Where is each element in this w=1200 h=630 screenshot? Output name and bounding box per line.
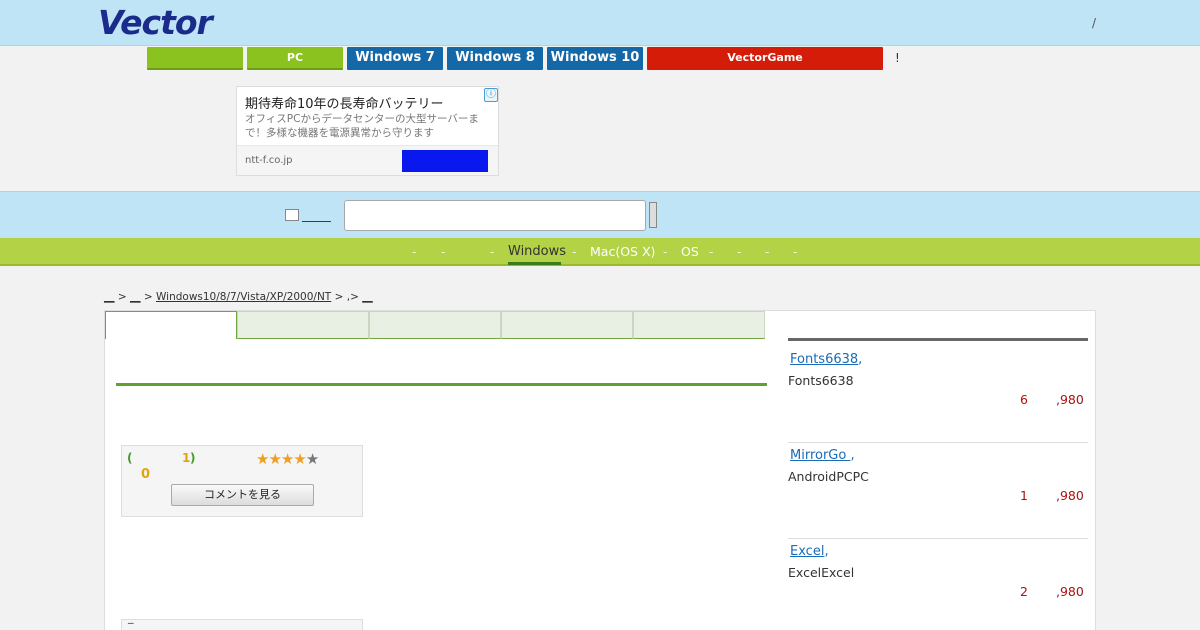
ad-banner[interactable]: 期待寿命10年の長寿命バッテリー オフィスPCからデータセンターの大型サーバーま…	[236, 86, 499, 176]
side-product-price: ,980	[1056, 488, 1084, 503]
ad-title[interactable]: 期待寿命10年の長寿命バッテリー	[245, 93, 444, 112]
review-close-paren: )	[190, 451, 196, 465]
side-product-num: 2	[1020, 584, 1028, 599]
catnav-item[interactable]: -	[412, 245, 416, 259]
catnav-item-windows[interactable]: Windows	[508, 244, 566, 259]
side-list-header-bar	[788, 338, 1088, 341]
side-product-desc: Fonts6638	[788, 373, 854, 388]
side-product-suffix: ,	[824, 544, 829, 559]
star-icon: ★	[280, 450, 294, 468]
lower-info-label: ‾	[128, 621, 134, 630]
catnav-item[interactable]: -	[663, 245, 667, 259]
topnav-item-pc[interactable]: PC	[247, 47, 343, 70]
star-icon: ★	[268, 450, 281, 468]
header-links[interactable]: /	[1092, 16, 1096, 30]
topnav-item-vectorgame[interactable]: VectorGame	[647, 47, 883, 70]
catnav-item[interactable]: -	[793, 245, 797, 259]
tab-2[interactable]	[237, 311, 369, 339]
catnav-item[interactable]: -	[441, 245, 445, 259]
tab-overview[interactable]	[105, 311, 237, 339]
side-product-item[interactable]: MirrorGo , AndroidPCPC 1 ,980	[788, 443, 1088, 539]
side-product-price: ,980	[1056, 392, 1084, 407]
side-product-num: 1	[1020, 488, 1028, 503]
section-divider	[116, 383, 767, 386]
breadcrumb-sep: >	[143, 291, 153, 303]
side-product-suffix: ,	[850, 448, 855, 463]
topnav-item-windows8[interactable]: Windows 8	[447, 47, 543, 70]
category-nav: - - - Windows - Mac(OS X) - OS - - - -	[0, 238, 1200, 266]
rating-stars: ★★★★★	[256, 450, 319, 468]
tab-3[interactable]	[369, 311, 501, 339]
review-score: 0	[141, 467, 151, 482]
side-product-title[interactable]: Excel,	[790, 544, 829, 559]
breadcrumb-sep: >	[117, 291, 127, 303]
ad-description: オフィスPCからデータセンターの大型サーバーまで！多様な機器を電源異常から守りま…	[245, 113, 479, 139]
tab-4[interactable]	[501, 311, 633, 339]
side-product-link[interactable]: MirrorGo	[790, 448, 850, 463]
breadcrumb-link-windows[interactable]: Windows10/8/7/Vista/XP/2000/NT	[156, 291, 331, 303]
topnav-trailing-text: !	[895, 51, 900, 65]
chart-icon[interactable]	[285, 209, 299, 221]
topnav-item-home[interactable]	[147, 47, 243, 70]
catnav-item[interactable]: -	[490, 245, 494, 259]
catnav-item[interactable]: -	[765, 245, 769, 259]
catnav-item[interactable]: -	[572, 245, 576, 259]
search-bar	[0, 191, 1200, 238]
topnav-item-windows10[interactable]: Windows 10	[547, 47, 643, 70]
active-category-indicator	[508, 262, 561, 265]
topnav-item-windows7[interactable]: Windows 7	[347, 47, 443, 70]
ad-domain: ntt-f.co.jp	[245, 155, 293, 166]
star-empty-icon: ★	[305, 450, 319, 468]
search-help-link[interactable]	[302, 214, 331, 222]
side-product-desc: ExcelExcel	[788, 565, 855, 580]
review-open-paren: (	[127, 451, 133, 465]
catnav-item[interactable]: -	[709, 245, 713, 259]
search-input[interactable]	[344, 200, 646, 231]
ad-footer: ntt-f.co.jp	[237, 145, 498, 175]
ad-info-icon[interactable]: ⓘ	[484, 88, 498, 102]
side-product-item[interactable]: Fonts6638, Fonts6638 6 ,980	[788, 347, 1088, 443]
side-product-link[interactable]: Fonts6638	[790, 352, 858, 367]
catnav-item-os[interactable]: OS	[681, 244, 699, 259]
side-product-link[interactable]: Excel	[790, 544, 824, 559]
ad-cta-button[interactable]	[402, 150, 488, 172]
review-box: ( 1 ) 0 ★★★★★ コメントを見る	[121, 445, 363, 517]
main-panel: ( 1 ) 0 ★★★★★ コメントを見る ‾ Fonts6638, Fonts…	[104, 310, 1096, 630]
lower-info-box: ‾	[121, 619, 363, 630]
tab-5[interactable]	[633, 311, 765, 339]
side-product-price: ,980	[1056, 584, 1084, 599]
breadcrumb-link[interactable]: __	[130, 291, 141, 303]
side-product-title[interactable]: MirrorGo ,	[790, 448, 855, 463]
star-icon: ★	[256, 450, 269, 468]
breadcrumb: __ > __ > Windows10/8/7/Vista/XP/2000/NT…	[104, 291, 373, 303]
side-product-title[interactable]: Fonts6638,	[790, 352, 862, 367]
breadcrumb-current: __	[362, 291, 373, 303]
side-product-suffix: ,	[858, 352, 863, 367]
view-comments-button[interactable]: コメントを見る	[171, 484, 314, 506]
vector-logo[interactable]: Vector	[98, 6, 213, 40]
site-header: Vector /	[0, 0, 1200, 46]
breadcrumb-link[interactable]: __	[104, 291, 115, 303]
catnav-item[interactable]: -	[737, 245, 741, 259]
breadcrumb-sep: >	[334, 291, 344, 303]
side-product-num: 6	[1020, 392, 1028, 407]
side-product-item[interactable]: Excel, ExcelExcel 2 ,980	[788, 539, 1088, 630]
side-product-desc: AndroidPCPC	[788, 469, 869, 484]
catnav-item-mac[interactable]: Mac(OS X)	[590, 244, 655, 259]
star-icon: ★	[293, 450, 306, 468]
search-button[interactable]	[649, 202, 657, 228]
breadcrumb-sep: ,>	[346, 291, 359, 303]
